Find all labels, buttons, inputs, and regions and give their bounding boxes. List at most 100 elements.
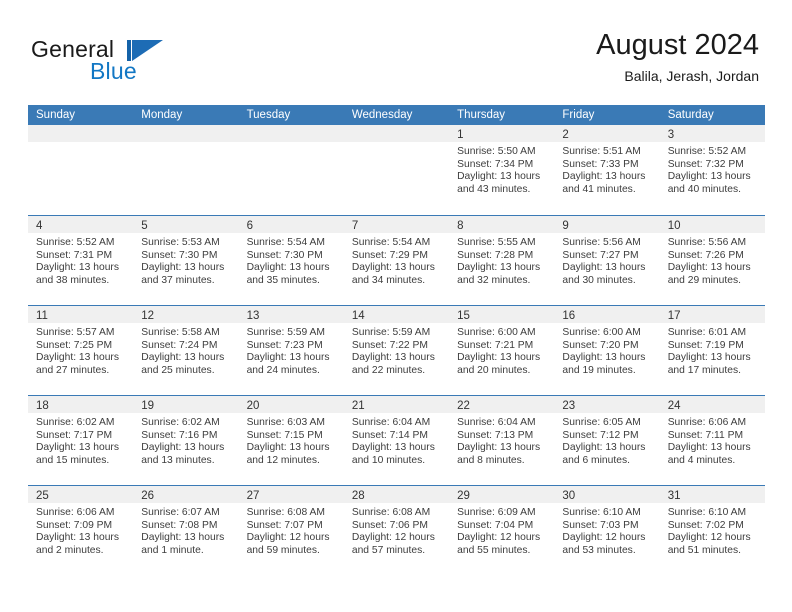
calendar-day-cell[interactable]: 4 Sunrise: 5:52 AM Sunset: 7:31 PM Daylight…: [28, 216, 134, 305]
day-details: Sunrise: 5:54 AM Sunset: 7:30 PM Daylight:…: [239, 233, 344, 287]
calendar-day-cell[interactable]: 13 Sunrise: 5:59 AM Sunset: 7:23 PM Dayligh…: [238, 306, 344, 395]
calendar-day-cell[interactable]: 12 Sunrise: 5:58 AM Sunset: 7:24 PM Dayligh…: [133, 306, 239, 395]
calendar-day-cell[interactable]: 21 Sunrise: 6:04 AM Sunset: 7:14 PM Dayligh…: [343, 396, 450, 485]
daylight-text-line2: and 38 minutes.: [36, 274, 110, 286]
day-details: Sunrise: 6:08 AM Sunset: 7:07 PM Daylight:…: [239, 503, 344, 557]
calendar-day-cell[interactable]: 31 Sunrise: 6:10 AM Sunset: 7:02 PM Dayligh…: [659, 486, 765, 575]
daylight-text-line1: Daylight: 13 hours: [141, 442, 225, 454]
calendar-day-cell[interactable]: 15 Sunrise: 6:00 AM Sunset: 7:21 PM Dayligh…: [449, 306, 555, 395]
day-details: Sunrise: 6:07 AM Sunset: 7:08 PM Daylight:…: [133, 503, 238, 557]
brand-logo[interactable]: General Blue: [31, 36, 261, 88]
title-block: August 2024 Balila, Jerash, Jordan: [596, 28, 759, 85]
daylight-text-line2: and 20 minutes.: [457, 364, 531, 376]
weekday-header-sunday: Sunday: [36, 109, 76, 121]
sunrise-text: Sunrise: 5:59 AM: [246, 327, 325, 338]
sunrise-text: Sunrise: 6:06 AM: [36, 507, 115, 518]
sunset-text: Sunset: 7:25 PM: [36, 339, 113, 351]
calendar-day-cell[interactable]: 26 Sunrise: 6:07 AM Sunset: 7:08 PM Dayligh…: [133, 486, 239, 575]
sunrise-text: Sunrise: 6:08 AM: [351, 507, 431, 518]
sunset-text: Sunset: 7:07 PM: [246, 519, 323, 531]
calendar-day-cell[interactable]: 1 Sunrise: 5:50 AM Sunset: 7:34 PM Daylight…: [449, 125, 555, 215]
sunrise-text: Sunrise: 6:04 AM: [457, 417, 536, 428]
calendar-day-cell[interactable]: 30 Sunrise: 6:10 AM Sunset: 7:03 PM Dayligh…: [554, 486, 660, 575]
daylight-text-line1: Daylight: 13 hours: [562, 171, 646, 183]
day-number-band: 6: [238, 216, 344, 233]
day-number: 10: [667, 220, 681, 232]
sunset-text: Sunset: 7:16 PM: [141, 429, 218, 441]
daylight-text-line1: Daylight: 13 hours: [667, 262, 751, 274]
calendar-day-cell[interactable]: 23 Sunrise: 6:05 AM Sunset: 7:12 PM Dayligh…: [554, 396, 660, 485]
calendar-page: General Blue August 2024 Balila, Jerash,…: [0, 0, 792, 612]
calendar-day-cell[interactable]: 9 Sunrise: 5:56 AM Sunset: 7:27 PM Daylight…: [554, 216, 660, 305]
day-number-band: [238, 125, 344, 142]
day-details: Sunrise: 5:53 AM Sunset: 7:30 PM Daylight:…: [133, 233, 238, 287]
calendar-day-cell[interactable]: 3 Sunrise: 5:52 AM Sunset: 7:32 PM Daylight…: [659, 125, 765, 215]
day-number: 2: [562, 129, 569, 141]
day-details: Sunrise: 5:56 AM Sunset: 7:26 PM Daylight:…: [660, 233, 765, 287]
calendar-week-row: 18 Sunrise: 6:02 AM Sunset: 7:17 PM Dayligh…: [28, 395, 765, 485]
daylight-text-line2: and 12 minutes.: [246, 454, 320, 466]
day-number: 13: [246, 310, 260, 322]
location-subtitle: Balila, Jerash, Jordan: [624, 68, 759, 84]
daylight-text-line1: Daylight: 12 hours: [562, 532, 646, 544]
sunset-text: Sunset: 7:11 PM: [667, 429, 744, 441]
day-number-band: 15: [449, 306, 555, 323]
daylight-text-line2: and 34 minutes.: [351, 274, 426, 286]
day-number-band: 30: [554, 486, 660, 503]
day-number: 28: [351, 490, 365, 502]
day-number: 27: [246, 490, 260, 502]
sunrise-text: Sunrise: 6:05 AM: [562, 417, 641, 428]
day-details: Sunrise: 5:57 AM Sunset: 7:25 PM Daylight:…: [28, 323, 133, 377]
sunset-text: Sunset: 7:02 PM: [667, 519, 744, 531]
sunset-text: Sunset: 7:31 PM: [36, 249, 113, 261]
sunrise-text: Sunrise: 6:08 AM: [246, 507, 325, 518]
calendar-day-cell[interactable]: 16 Sunrise: 6:00 AM Sunset: 7:20 PM Dayligh…: [554, 306, 660, 395]
day-details: Sunrise: 6:00 AM Sunset: 7:21 PM Daylight:…: [449, 323, 554, 377]
sunset-text: Sunset: 7:14 PM: [351, 429, 428, 441]
calendar-day-cell[interactable]: 19 Sunrise: 6:02 AM Sunset: 7:16 PM Dayligh…: [133, 396, 239, 485]
sunset-text: Sunset: 7:03 PM: [562, 519, 639, 531]
sunset-text: Sunset: 7:23 PM: [246, 339, 323, 351]
daylight-text-line2: and 35 minutes.: [246, 274, 320, 286]
day-number: 22: [457, 400, 470, 412]
day-number-band: 26: [133, 486, 239, 503]
calendar-day-cell[interactable]: 14 Sunrise: 5:59 AM Sunset: 7:22 PM Dayligh…: [343, 306, 450, 395]
daylight-text-line2: and 30 minutes.: [562, 274, 636, 286]
calendar-day-cell[interactable]: 7 Sunrise: 5:54 AM Sunset: 7:29 PM Daylight…: [343, 216, 450, 305]
calendar-day-cell[interactable]: 2 Sunrise: 5:51 AM Sunset: 7:33 PM Daylight…: [554, 125, 660, 215]
calendar-day-cell[interactable]: 29 Sunrise: 6:09 AM Sunset: 7:04 PM Dayligh…: [449, 486, 555, 575]
calendar-day-cell[interactable]: 22 Sunrise: 6:04 AM Sunset: 7:13 PM Dayligh…: [449, 396, 555, 485]
day-details: Sunrise: 5:59 AM Sunset: 7:22 PM Daylight:…: [344, 323, 449, 377]
calendar-day-cell[interactable]: 28 Sunrise: 6:08 AM Sunset: 7:06 PM Dayligh…: [343, 486, 450, 575]
sunset-text: Sunset: 7:08 PM: [141, 519, 218, 531]
calendar-day-cell[interactable]: 8 Sunrise: 5:55 AM Sunset: 7:28 PM Daylight…: [449, 216, 555, 305]
calendar-day-cell[interactable]: 6 Sunrise: 5:54 AM Sunset: 7:30 PM Daylight…: [238, 216, 344, 305]
daylight-text-line1: Daylight: 12 hours: [246, 532, 330, 544]
day-number-band: [28, 125, 134, 142]
sunrise-text: Sunrise: 6:07 AM: [141, 507, 220, 518]
calendar-day-cell[interactable]: 17 Sunrise: 6:01 AM Sunset: 7:19 PM Dayligh…: [659, 306, 765, 395]
calendar-day-cell[interactable]: 5 Sunrise: 5:53 AM Sunset: 7:30 PM Daylight…: [133, 216, 239, 305]
daylight-text-line1: Daylight: 13 hours: [457, 442, 541, 454]
calendar-day-cell[interactable]: 10 Sunrise: 5:56 AM Sunset: 7:26 PM Dayligh…: [659, 216, 765, 305]
calendar-day-cell[interactable]: 27 Sunrise: 6:08 AM Sunset: 7:07 PM Dayligh…: [238, 486, 344, 575]
calendar-day-cell[interactable]: 25 Sunrise: 6:06 AM Sunset: 7:09 PM Dayligh…: [28, 486, 134, 575]
day-number: 5: [141, 220, 148, 232]
day-number: 1: [457, 129, 464, 141]
day-number: 20: [246, 400, 260, 412]
daylight-text-line2: and 2 minutes.: [36, 544, 104, 556]
daylight-text-line2: and 55 minutes.: [457, 544, 531, 556]
day-number-band: 25: [28, 486, 134, 503]
daylight-text-line2: and 27 minutes.: [36, 364, 110, 376]
calendar-day-cell[interactable]: 24 Sunrise: 6:06 AM Sunset: 7:11 PM Dayligh…: [659, 396, 765, 485]
sunrise-text: Sunrise: 5:58 AM: [141, 327, 220, 338]
calendar-day-cell[interactable]: 18 Sunrise: 6:02 AM Sunset: 7:17 PM Dayligh…: [28, 396, 134, 485]
day-number: 8: [457, 220, 464, 232]
day-number: 9: [562, 220, 569, 232]
calendar-day-cell[interactable]: 20 Sunrise: 6:03 AM Sunset: 7:15 PM Dayligh…: [238, 396, 344, 485]
weekday-header-saturday: Saturday: [667, 109, 714, 121]
sunrise-text: Sunrise: 6:02 AM: [141, 417, 220, 428]
sunset-text: Sunset: 7:15 PM: [246, 429, 323, 441]
calendar-day-cell[interactable]: 11 Sunrise: 5:57 AM Sunset: 7:25 PM Dayligh…: [28, 306, 134, 395]
day-details: Sunrise: 6:08 AM Sunset: 7:06 PM Daylight:…: [344, 503, 449, 557]
